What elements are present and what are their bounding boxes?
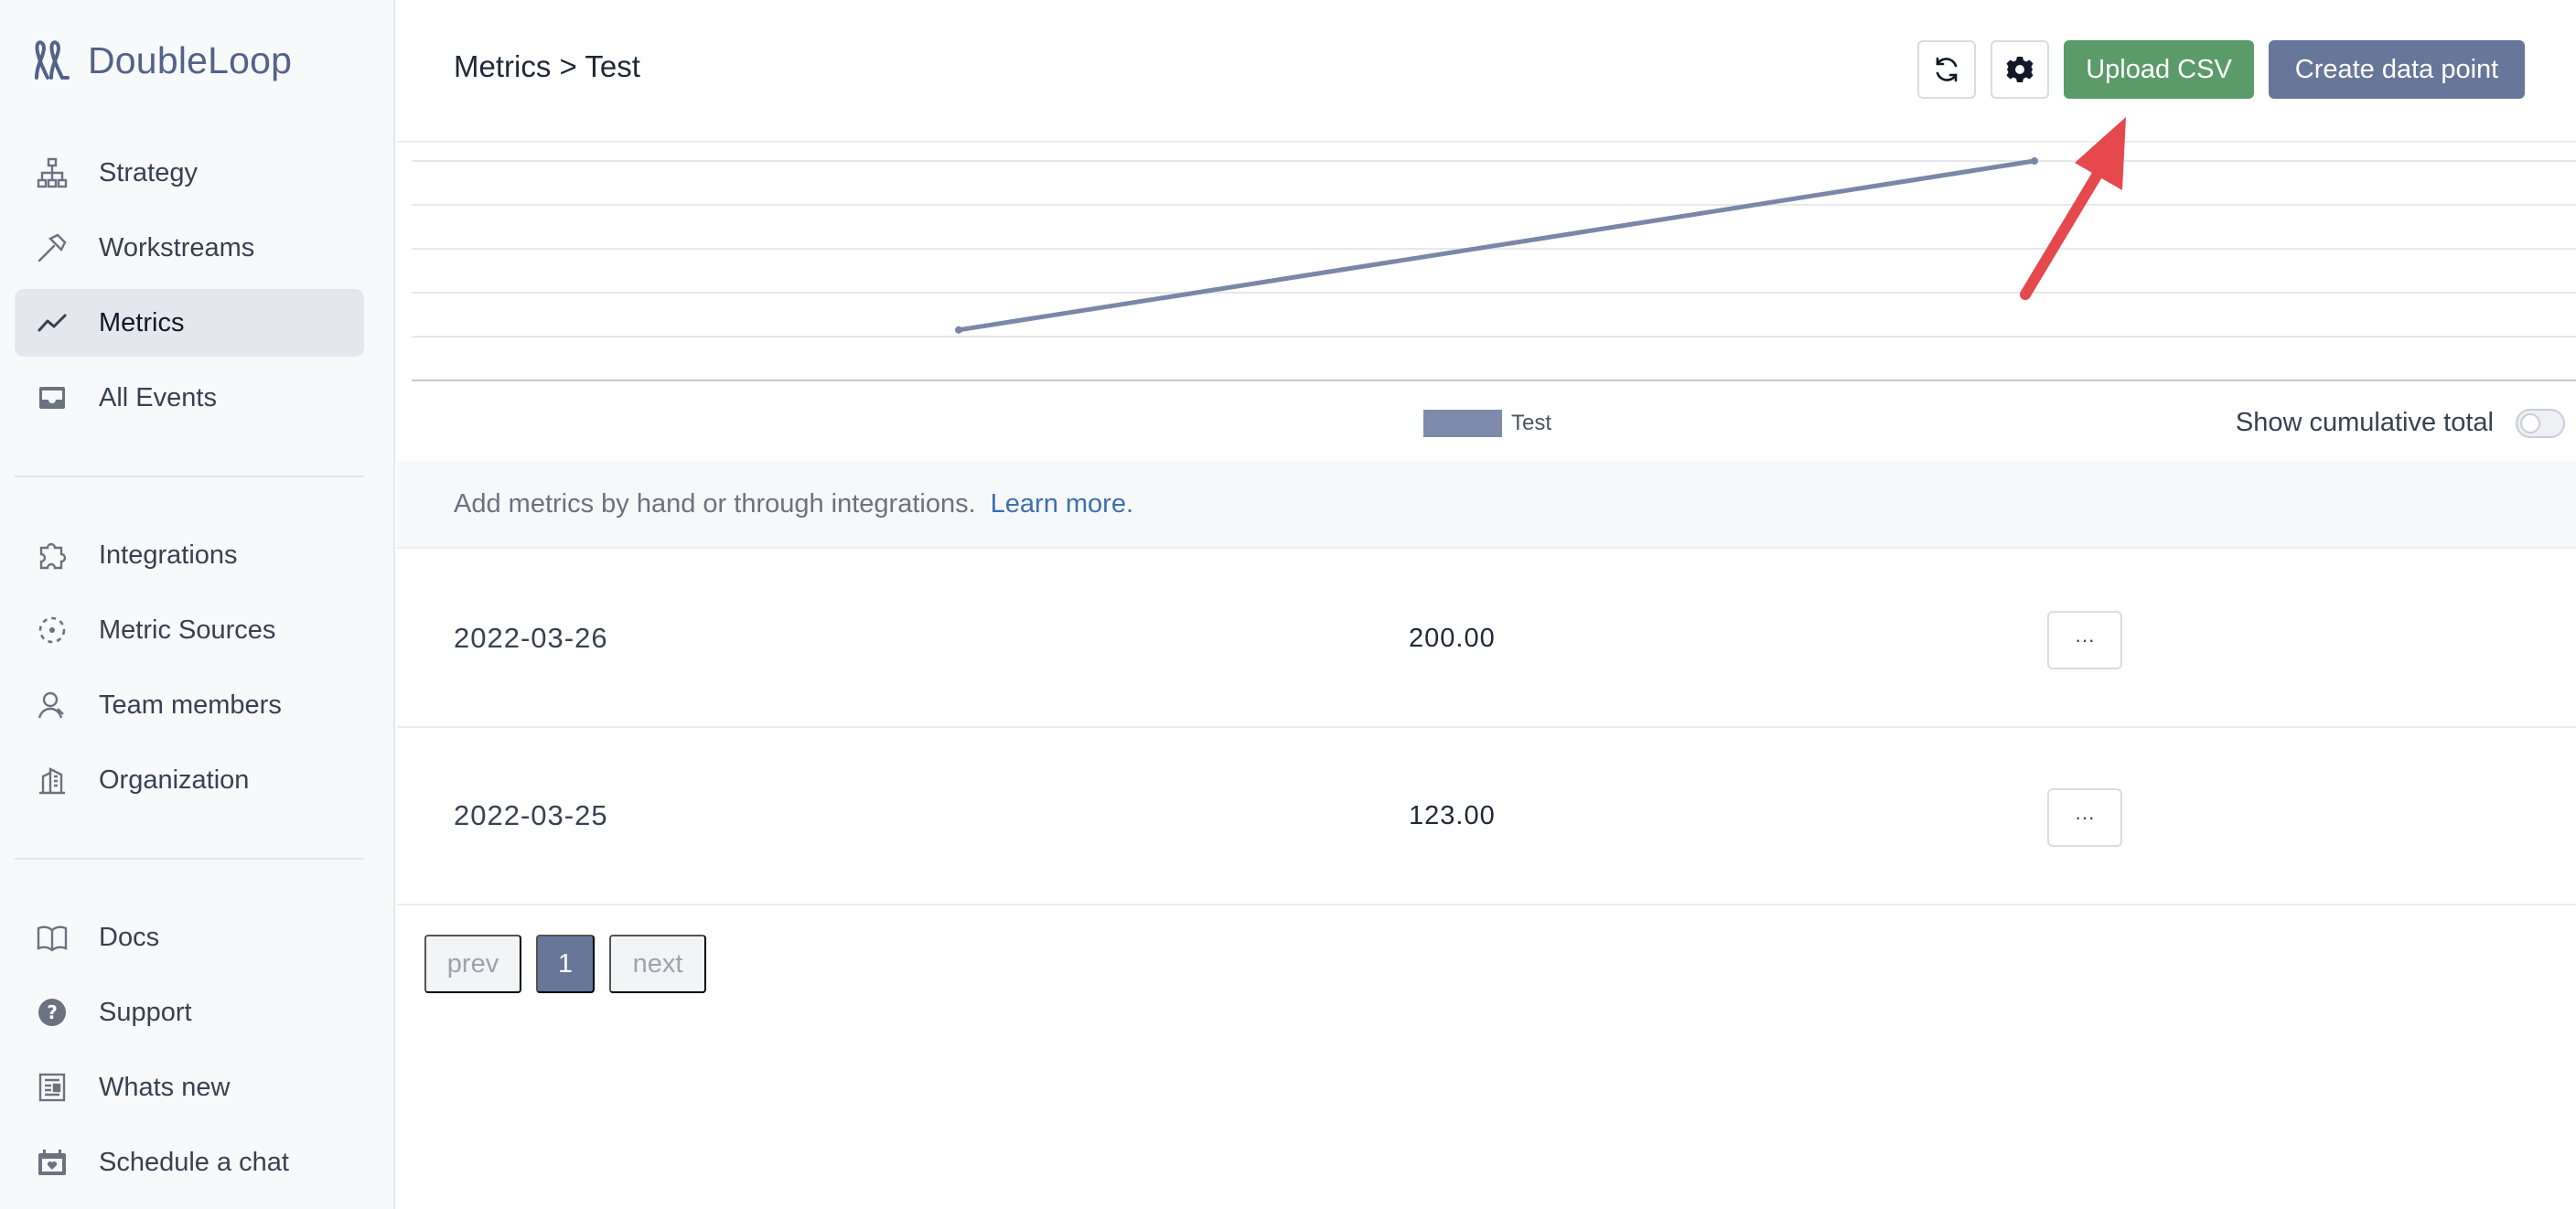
pagination-next[interactable]: next — [609, 935, 706, 993]
row-value: 200.00 — [1409, 623, 1496, 653]
row-date: 2022-03-25 — [454, 799, 608, 831]
doubleloop-logo-icon — [35, 40, 70, 80]
table-row: 2022-03-25 123.00 ··· — [397, 728, 2576, 905]
settings-button[interactable] — [1991, 40, 2049, 99]
dashed-circle-icon — [35, 613, 70, 647]
sidebar-item-label: Organization — [99, 765, 250, 795]
trend-line-icon — [35, 305, 70, 340]
create-data-point-button[interactable]: Create data point — [2269, 40, 2525, 99]
metric-chart: Test Show cumulative total — [397, 144, 2576, 461]
svg-text:?: ? — [47, 1001, 58, 1023]
page-header: Metrics > Test Upload CSV Create data po… — [397, 0, 2576, 143]
sidebar-divider — [15, 476, 364, 477]
puzzle-icon — [35, 538, 70, 572]
sidebar-item-label: Schedule a chat — [99, 1147, 289, 1177]
newspaper-icon — [35, 1070, 70, 1105]
hammer-icon — [35, 230, 70, 265]
cumulative-label: Show cumulative total — [2235, 408, 2494, 437]
sidebar: DoubleLoop Strategy Workstreams Metrics … — [0, 0, 395, 1209]
sidebar-item-whats-new[interactable]: Whats new — [15, 1054, 364, 1121]
data-point[interactable] — [955, 326, 962, 334]
calendar-heart-icon — [35, 1145, 70, 1180]
primary-nav: Strategy Workstreams Metrics All Events — [15, 139, 364, 439]
sidebar-item-organization[interactable]: Organization — [15, 746, 364, 814]
breadcrumb: Metrics > Test — [454, 49, 640, 83]
brand[interactable]: DoubleLoop — [31, 35, 292, 86]
sidebar-item-strategy[interactable]: Strategy — [15, 139, 364, 207]
sidebar-divider — [15, 858, 364, 860]
legend-swatch — [1423, 410, 1502, 437]
user-icon — [35, 688, 70, 722]
upload-csv-button[interactable]: Upload CSV — [2064, 40, 2254, 99]
cumulative-toggle-row: Show cumulative total — [2236, 408, 2565, 438]
book-icon — [35, 920, 70, 955]
refresh-icon — [1936, 57, 1958, 82]
info-bar: Add metrics by hand or through integrati… — [397, 461, 2576, 549]
sidebar-item-label: Workstreams — [99, 232, 255, 262]
question-circle-icon: ? — [35, 995, 70, 1030]
annotation-arrow — [2020, 117, 2126, 300]
sidebar-item-label: Docs — [99, 922, 160, 952]
series-line-test — [958, 158, 2035, 333]
refresh-button[interactable] — [1917, 40, 1976, 99]
sidebar-item-label: Integrations — [99, 540, 238, 570]
learn-more-link[interactable]: Learn more. — [991, 489, 1133, 519]
table-row: 2022-03-26 200.00 ··· — [397, 551, 2576, 728]
inbox-icon — [35, 380, 70, 415]
sidebar-item-label: Metrics — [99, 307, 185, 337]
chart-legend[interactable]: Test — [1423, 410, 1551, 437]
pagination-prev[interactable]: prev — [424, 935, 521, 993]
sidebar-item-label: Team members — [99, 690, 282, 720]
gear-icon — [2006, 57, 2034, 82]
sidebar-item-metric-sources[interactable]: Metric Sources — [15, 596, 364, 664]
cumulative-toggle[interactable] — [2516, 408, 2565, 438]
sidebar-item-integrations[interactable]: Integrations — [15, 521, 364, 589]
sidebar-item-docs[interactable]: Docs — [15, 904, 364, 971]
sidebar-item-label: Whats new — [99, 1072, 231, 1102]
sidebar-item-label: Metric Sources — [99, 615, 276, 645]
line-chart — [412, 157, 2576, 381]
tertiary-nav: Docs ? Support Whats new Schedule a chat — [15, 904, 364, 1204]
pagination-page-current[interactable]: 1 — [536, 935, 595, 993]
sidebar-item-metrics[interactable]: Metrics — [15, 289, 364, 357]
legend-label: Test — [1511, 411, 1552, 435]
row-menu-button[interactable]: ··· — [2047, 788, 2122, 847]
sitemap-icon — [35, 155, 70, 190]
row-date: 2022-03-26 — [454, 622, 608, 654]
sidebar-item-label: All Events — [99, 382, 217, 412]
row-value: 123.00 — [1409, 800, 1496, 830]
sidebar-item-label: Strategy — [99, 157, 198, 187]
sidebar-item-team-members[interactable]: Team members — [15, 671, 364, 739]
sidebar-item-label: Support — [99, 997, 192, 1027]
secondary-nav: Integrations Metric Sources Team members… — [15, 521, 364, 821]
row-menu-button[interactable]: ··· — [2047, 611, 2122, 669]
sidebar-item-support[interactable]: ? Support — [15, 979, 364, 1046]
brand-name: DoubleLoop — [88, 38, 293, 81]
sidebar-item-schedule-chat[interactable]: Schedule a chat — [15, 1129, 364, 1196]
toggle-knob — [2520, 412, 2540, 433]
sidebar-item-workstreams[interactable]: Workstreams — [15, 214, 364, 282]
building-icon — [35, 763, 70, 797]
info-text: Add metrics by hand or through integrati… — [454, 488, 976, 519]
sidebar-item-all-events[interactable]: All Events — [15, 364, 364, 432]
